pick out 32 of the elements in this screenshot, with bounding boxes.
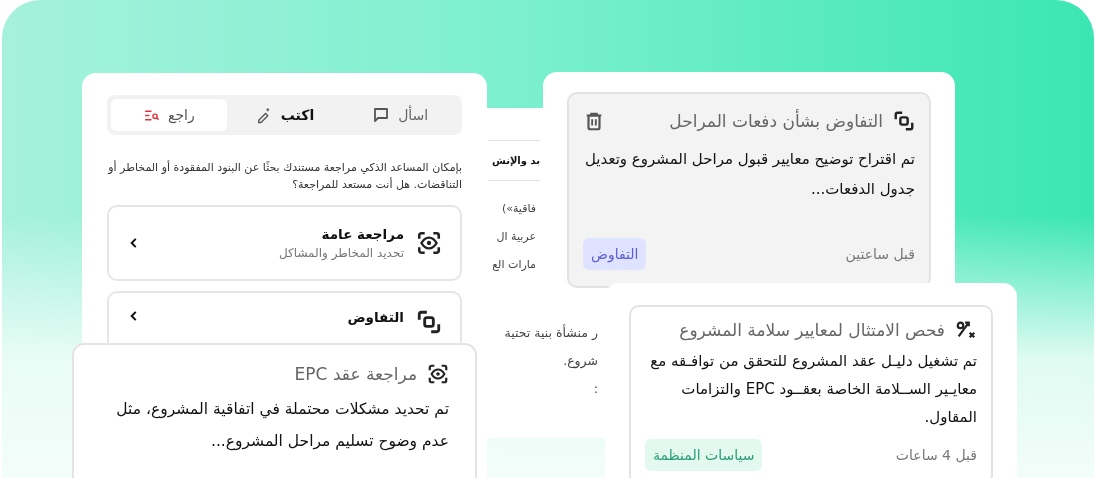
- tab[interactable]: اكتب: [226, 99, 343, 131]
- percent-cross-icon: [955, 319, 977, 341]
- option-title: التفاوض: [346, 309, 404, 325]
- card-title: فحص الامتثال لمعايير سلامة المشروع: [678, 320, 945, 340]
- chat-bubble-icon: [372, 106, 391, 124]
- document-text: :: [592, 380, 598, 398]
- eye-scan-icon: [416, 230, 442, 256]
- option-card[interactable]: التفاوض: [107, 291, 462, 345]
- linked-squares-icon: [416, 309, 442, 335]
- category-tag: سياسات المنظمة: [645, 439, 763, 471]
- document-text: عربية ال: [495, 229, 536, 245]
- card-title: مراجعة عقد EPC: [293, 364, 417, 384]
- card-text: تم تحديد مشكلات محتملة في اتفاقية المشروع، مثل عدم وضوح تسليم مراحل المشروع...: [115, 399, 449, 453]
- document-text: مارات الع: [491, 257, 536, 273]
- card-title: التفاوض بشأن دفعات المراحل: [668, 111, 883, 131]
- eye-scan-icon: [427, 363, 449, 385]
- category-tag: التفاوض: [583, 238, 647, 270]
- document-text: فاقية»): [500, 201, 536, 217]
- card-text: تم تشغيل دليـل عقد المشروع للتحقق من توافـقه مع معايـير الســلامة الخاصة بعقــود EPC والتزامات المقاول.: [649, 351, 977, 428]
- linked-squares-icon: [893, 110, 915, 132]
- document-heading: بد والإنش: [488, 140, 540, 181]
- tab[interactable]: اسأل: [342, 99, 458, 131]
- option-subtitle: تحديد المخاطر والمشاكل: [277, 246, 404, 260]
- option-card[interactable]: مراجعة عامة تحديد المخاطر والمشاكل: [107, 205, 462, 281]
- timestamp: قبل 4 ساعات: [895, 447, 977, 463]
- option-title: مراجعة عامة: [320, 226, 404, 242]
- timestamp: قبل ساعتين: [845, 246, 915, 262]
- card-text: تم اقتراح توضيح معايير قبول مراحل المشروع وتعديل جدول الدفعات...: [584, 149, 915, 200]
- tab[interactable]: راجع: [111, 99, 227, 131]
- intro-text: بإمكان المساعد الذكي مراجعة مستندك بحثًا عن البنود المفقودة أو المخاطر أو التناقضات. هل أنت مستعد للمراجعة؟: [107, 159, 462, 193]
- document-text: ر منشأة بنية تحتية: [503, 323, 598, 342]
- document-text: شروع.: [562, 352, 598, 371]
